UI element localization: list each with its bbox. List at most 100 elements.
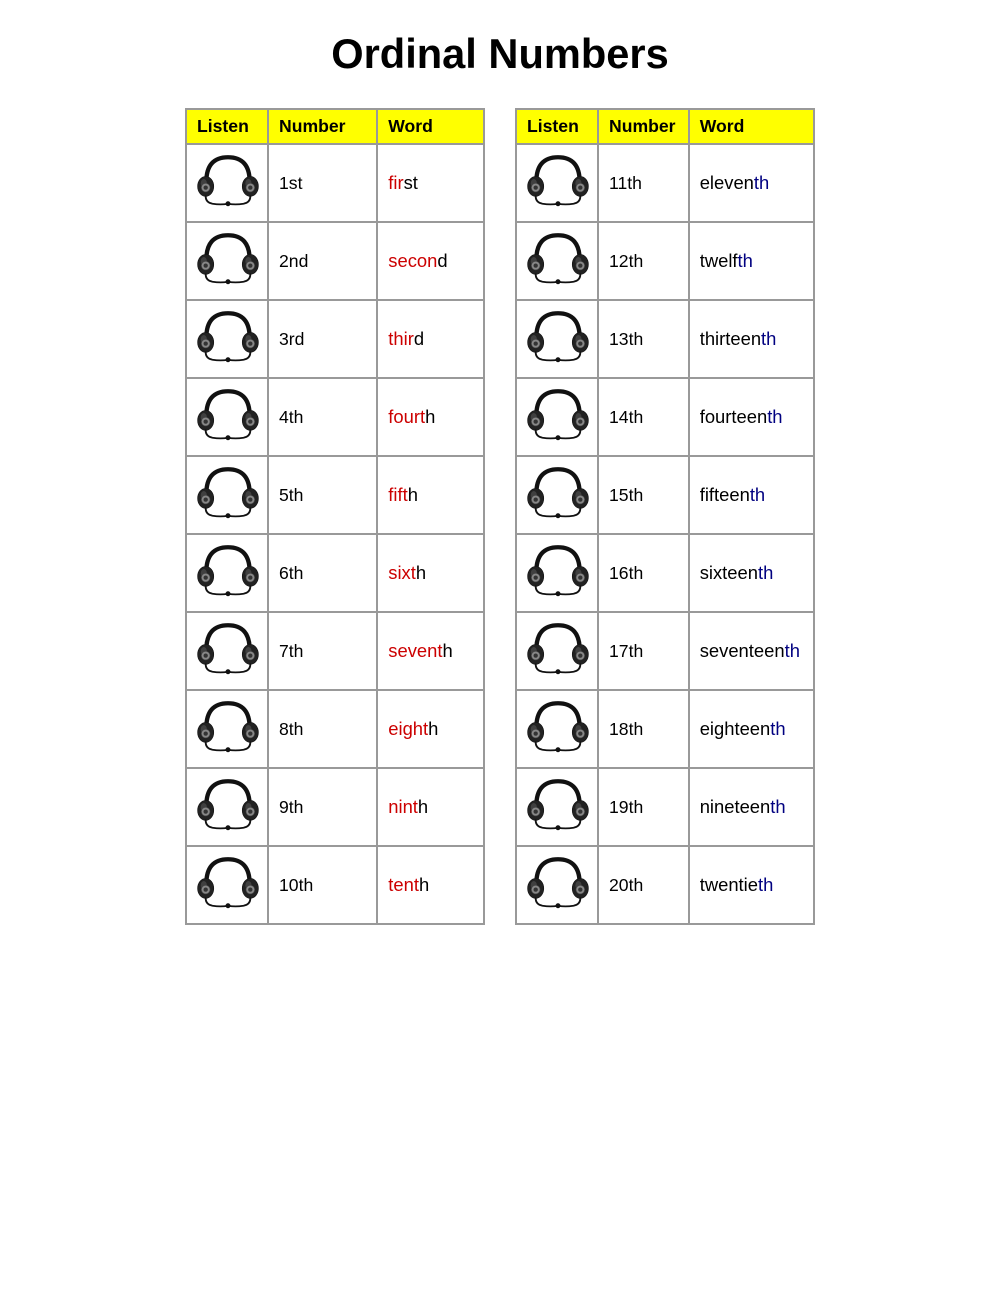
word-cell: sixth (377, 534, 484, 612)
word-base: tent (388, 874, 419, 895)
number-cell: 7th (268, 612, 377, 690)
table-row: 3rd third (186, 300, 484, 378)
word-suffix: th (750, 484, 765, 505)
tables-container: Listen Number Word 1stfirst (40, 108, 960, 925)
word-base: fourteen (700, 406, 767, 427)
headphones-icon (197, 699, 257, 754)
number-cell: 8th (268, 690, 377, 768)
table2-header-number: Number (598, 109, 689, 144)
number-cell: 11th (598, 144, 689, 222)
number-cell: 13th (598, 300, 689, 378)
headphones-icon (197, 153, 257, 208)
number-cell: 4th (268, 378, 377, 456)
number-cell: 16th (598, 534, 689, 612)
word-suffix: th (767, 406, 782, 427)
word-base: seventeen (700, 640, 785, 661)
listen-cell[interactable] (516, 690, 598, 768)
word-base: eleven (700, 172, 754, 193)
listen-cell[interactable] (186, 534, 268, 612)
word-cell: ninth (377, 768, 484, 846)
listen-cell[interactable] (186, 612, 268, 690)
headphones-icon (197, 777, 257, 832)
word-base: thir (388, 328, 414, 349)
table2-header-listen: Listen (516, 109, 598, 144)
table-row: 10thtenth (186, 846, 484, 924)
word-cell: fourteenth (689, 378, 814, 456)
word-base: fifteen (700, 484, 750, 505)
table1-header-word: Word (377, 109, 484, 144)
listen-cell[interactable] (516, 768, 598, 846)
listen-cell[interactable] (186, 768, 268, 846)
table-row: 7thseventh (186, 612, 484, 690)
headphones-icon (527, 153, 587, 208)
number-cell: 19th (598, 768, 689, 846)
number-cell: 20th (598, 846, 689, 924)
headphones-icon (527, 621, 587, 676)
table-row: 16thsixteenth (516, 534, 814, 612)
word-suffix: th (785, 640, 800, 661)
listen-cell[interactable] (186, 378, 268, 456)
table2-header-word: Word (689, 109, 814, 144)
table-row: 11theleventh (516, 144, 814, 222)
word-suffix: th (738, 250, 753, 271)
number-cell: 18th (598, 690, 689, 768)
word-suffix: h (419, 874, 429, 895)
word-cell: thirteenth (689, 300, 814, 378)
headphones-icon (527, 309, 587, 364)
word-suffix: th (758, 874, 773, 895)
listen-cell[interactable] (516, 456, 598, 534)
word-base: sixteen (700, 562, 758, 583)
word-cell: eighteenth (689, 690, 814, 768)
number-cell: 14th (598, 378, 689, 456)
word-suffix: h (418, 796, 428, 817)
table-row: 12thtwelfth (516, 222, 814, 300)
listen-cell[interactable] (516, 612, 598, 690)
word-cell: sixteenth (689, 534, 814, 612)
word-suffix: d (414, 328, 424, 349)
listen-cell[interactable] (516, 534, 598, 612)
number-cell: 3rd (268, 300, 377, 378)
table-row: 17thseventeenth (516, 612, 814, 690)
number-cell: 9th (268, 768, 377, 846)
word-cell: tenth (377, 846, 484, 924)
word-cell: seventh (377, 612, 484, 690)
table1-header-number: Number (268, 109, 377, 144)
table1-header-listen: Listen (186, 109, 268, 144)
word-base: fift (388, 484, 407, 505)
word-base: eight (388, 718, 428, 739)
listen-cell[interactable] (186, 300, 268, 378)
table-row: 20thtwentieth (516, 846, 814, 924)
word-suffix: th (770, 796, 785, 817)
word-suffix: th (770, 718, 785, 739)
listen-cell[interactable] (516, 300, 598, 378)
table-row: 6thsixth (186, 534, 484, 612)
listen-cell[interactable] (186, 690, 268, 768)
number-cell: 6th (268, 534, 377, 612)
headphones-icon (527, 855, 587, 910)
listen-cell[interactable] (516, 378, 598, 456)
word-suffix: h (425, 406, 435, 427)
headphones-icon (527, 387, 587, 442)
word-cell: fifth (377, 456, 484, 534)
listen-cell[interactable] (186, 456, 268, 534)
number-cell: 5th (268, 456, 377, 534)
word-cell: fourth (377, 378, 484, 456)
listen-cell[interactable] (186, 846, 268, 924)
word-suffix: th (761, 328, 776, 349)
word-base: twelf (700, 250, 738, 271)
number-cell: 10th (268, 846, 377, 924)
word-suffix: th (758, 562, 773, 583)
listen-cell[interactable] (516, 144, 598, 222)
word-base: nint (388, 796, 418, 817)
listen-cell[interactable] (186, 222, 268, 300)
table-row: 8theighth (186, 690, 484, 768)
headphones-icon (527, 699, 587, 754)
listen-cell[interactable] (516, 222, 598, 300)
word-cell: twelfth (689, 222, 814, 300)
listen-cell[interactable] (186, 144, 268, 222)
word-suffix: st (404, 172, 418, 193)
table-right: Listen Number Word 11th eleven th (515, 108, 815, 925)
listen-cell[interactable] (516, 846, 598, 924)
headphones-icon (197, 855, 257, 910)
word-base: fir (388, 172, 403, 193)
